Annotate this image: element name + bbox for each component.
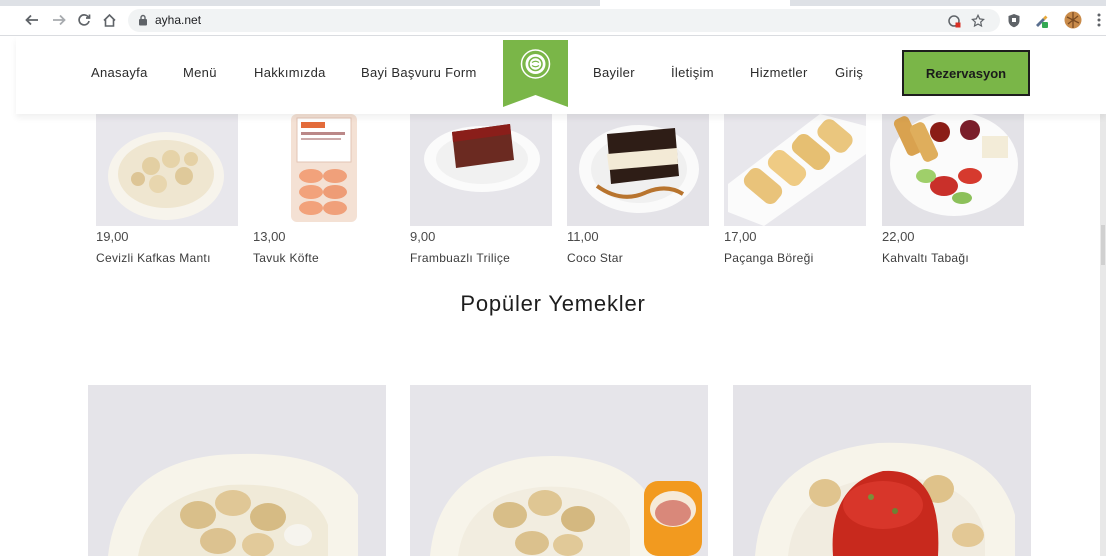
forward-button[interactable]	[49, 10, 69, 30]
nav-iletisim[interactable]: İletişim	[671, 65, 714, 80]
product-card[interactable]: 11,00 Coco Star	[567, 114, 709, 265]
site-header: Anasayfa Menü Hakkımızda Bayi Başvuru Fo…	[16, 36, 1106, 114]
home-button[interactable]	[99, 10, 119, 30]
home-icon	[102, 13, 116, 27]
reload-icon	[78, 14, 91, 26]
product-card[interactable]: 22,00 Kahvaltı Tabağı	[882, 114, 1024, 265]
popular-dish-card[interactable]	[733, 385, 1031, 556]
section-title-popular: Popüler Yemekler	[460, 291, 646, 316]
shield-extension-icon[interactable]	[1004, 10, 1024, 30]
dish-image	[733, 385, 1031, 556]
product-price: 13,00	[253, 229, 286, 244]
back-button[interactable]	[22, 10, 42, 30]
address-bar[interactable]: ayha.net	[128, 9, 1000, 32]
product-card[interactable]: 13,00 Tavuk Köfte	[253, 114, 395, 265]
product-card[interactable]: 19,00 Cevizli Kafkas Mantı	[96, 114, 238, 265]
dish-image	[410, 385, 708, 556]
product-card[interactable]: 17,00 Paçanga Böreği	[724, 114, 866, 265]
browser-toolbar: ayha.net	[0, 6, 1106, 36]
product-image[interactable]	[724, 114, 866, 226]
kebab-menu-icon	[1097, 13, 1101, 27]
product-card[interactable]: 9,00 Frambuazlı Triliçe	[410, 114, 552, 265]
brush-extension-icon[interactable]	[1031, 10, 1051, 30]
product-image[interactable]	[96, 114, 238, 226]
reload-button[interactable]	[74, 10, 94, 30]
product-name[interactable]: Frambuazlı Triliçe	[410, 251, 552, 265]
popular-dish-card[interactable]	[88, 385, 386, 556]
scrollbar-thumb[interactable]	[1101, 225, 1105, 265]
product-price: 17,00	[724, 229, 757, 244]
cookie-blocked-icon[interactable]	[946, 13, 962, 29]
nav-hakkimizda[interactable]: Hakkımızda	[254, 65, 326, 80]
product-image[interactable]	[567, 114, 709, 226]
popular-dish-card[interactable]	[410, 385, 708, 556]
nav-bayiler[interactable]: Bayiler	[593, 65, 635, 80]
reservation-button[interactable]: Rezervasyon	[902, 50, 1030, 96]
product-name[interactable]: Cevizli Kafkas Mantı	[96, 251, 238, 265]
browser-menu-button[interactable]	[1089, 10, 1106, 30]
nav-menu[interactable]: Menü	[183, 65, 217, 80]
arrow-left-icon	[25, 14, 38, 26]
arrow-right-icon	[53, 14, 66, 26]
product-name[interactable]: Paçanga Böreği	[724, 251, 866, 265]
profile-avatar[interactable]	[1063, 10, 1083, 30]
nav-hizmetler[interactable]: Hizmetler	[750, 65, 808, 80]
nav-anasayfa[interactable]: Anasayfa	[91, 65, 148, 80]
product-price: 11,00	[567, 229, 599, 244]
site-logo[interactable]	[503, 40, 568, 107]
bookmark-star-icon[interactable]	[970, 13, 986, 29]
product-name[interactable]: Coco Star	[567, 251, 709, 265]
url-text: ayha.net	[155, 13, 202, 27]
dish-image	[88, 385, 386, 556]
product-image[interactable]	[410, 114, 552, 226]
product-price: 22,00	[882, 229, 915, 244]
product-image[interactable]	[882, 114, 1024, 226]
product-price: 19,00	[96, 229, 129, 244]
nav-giris[interactable]: Giriş	[835, 65, 863, 80]
product-name[interactable]: Tavuk Köfte	[253, 251, 395, 265]
product-price: 9,00	[410, 229, 436, 244]
product-image[interactable]	[253, 114, 395, 226]
nav-bayi-basvuru-form[interactable]: Bayi Başvuru Form	[361, 65, 477, 80]
lock-icon	[139, 14, 147, 26]
product-name[interactable]: Kahvaltı Tabağı	[882, 251, 1024, 265]
